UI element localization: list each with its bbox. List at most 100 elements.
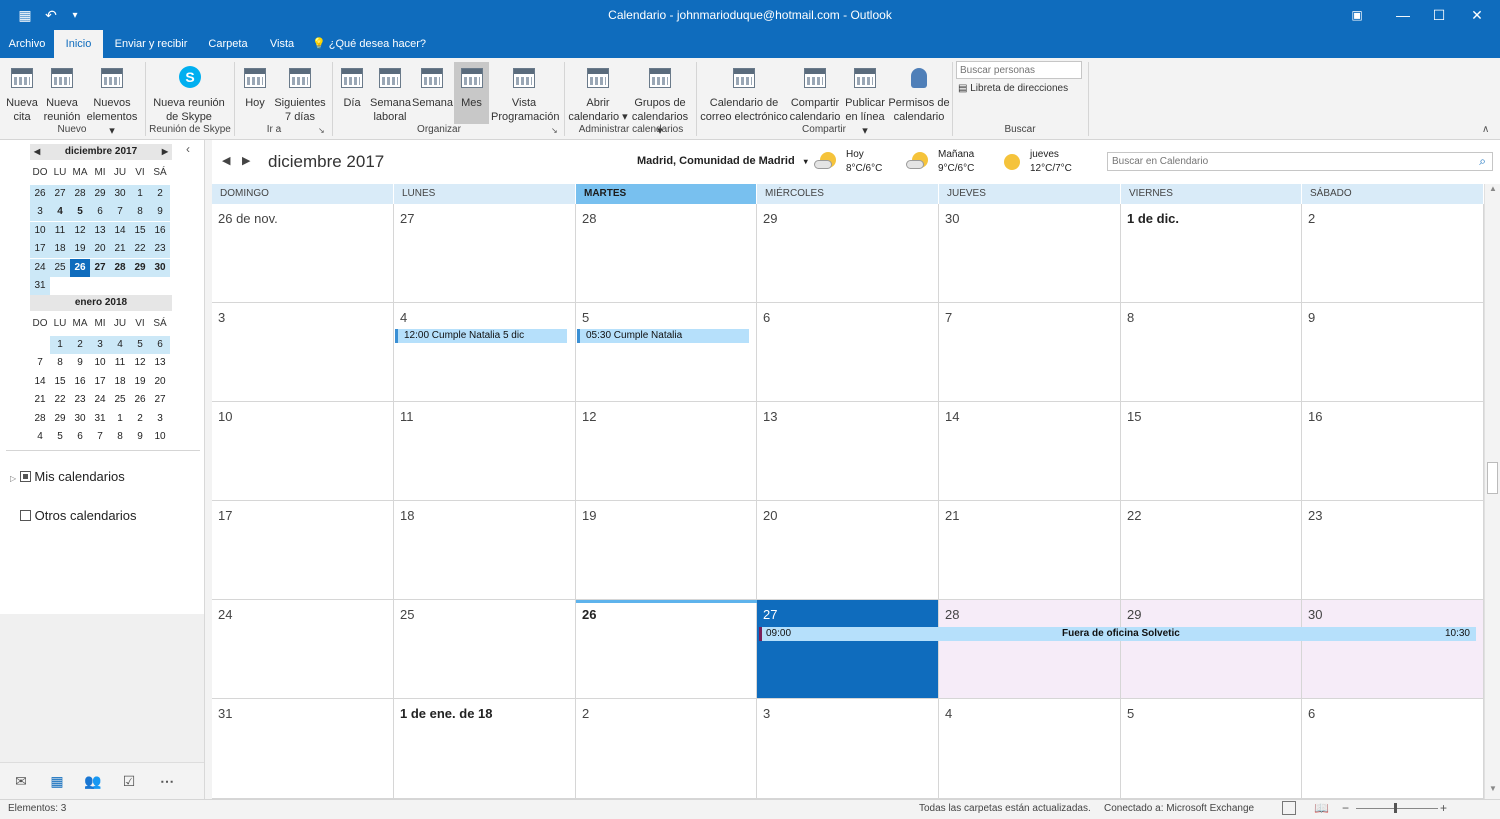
mini-calendar-day[interactable]: 26 (30, 185, 50, 203)
mini-calendar-day[interactable]: 11 (50, 221, 70, 240)
tab-inicio[interactable]: Inicio (54, 30, 103, 58)
collapse-pane-icon[interactable]: ‹ (186, 142, 190, 156)
day-cell[interactable]: 4 (939, 699, 1121, 799)
calendar-event[interactable]: 12:00 Cumple Natalia 5 dic (395, 329, 567, 343)
mini-calendar-day[interactable]: 15 (50, 373, 70, 391)
scroll-thumb[interactable] (1487, 462, 1498, 494)
day-cell[interactable]: 30 (1302, 600, 1484, 699)
mini-calendar-day[interactable]: 15 (130, 221, 150, 240)
mini-calendar-day[interactable]: 10 (150, 428, 170, 446)
new-skype-meeting-button[interactable]: S Nueva reunión de Skype (150, 62, 228, 124)
mail-icon[interactable]: ✉ (10, 773, 32, 791)
mini-calendar-day[interactable]: 21 (30, 391, 50, 409)
folder-otros-calendarios[interactable]: Otros calendarios (20, 508, 137, 523)
mini-calendar-day[interactable]: 30 (150, 258, 170, 277)
day-cell[interactable]: 6 (757, 303, 939, 402)
day-cell[interactable]: 27 (757, 600, 939, 699)
calendar-search-input[interactable] (1108, 153, 1458, 170)
day-cell[interactable]: 20 (757, 501, 939, 600)
mini-calendar-day[interactable]: 28 (70, 185, 90, 203)
mini-calendar-day[interactable]: 7 (30, 354, 50, 372)
day-cell[interactable]: 24 (212, 600, 394, 699)
new-meeting-button[interactable]: Nueva reunión (42, 62, 82, 124)
vertical-scrollbar[interactable]: ▲ ▼ (1484, 184, 1500, 799)
day-cell[interactable]: 5 (1121, 699, 1302, 799)
mini-calendar-day[interactable]: 10 (30, 221, 50, 240)
day-cell[interactable]: 29 (1121, 600, 1302, 699)
mini-calendar-day[interactable]: 3 (150, 410, 170, 428)
mini-calendar-day[interactable]: 12 (130, 354, 150, 372)
new-appointment-button[interactable]: Nueva cita (4, 62, 40, 124)
people-icon[interactable]: 👥 (82, 773, 104, 791)
mini-calendar-day[interactable]: 31 (90, 410, 110, 428)
mini-calendar-day[interactable]: 6 (150, 336, 170, 354)
mini-calendar-day[interactable]: 5 (130, 336, 150, 354)
mini-calendar-day[interactable]: 6 (70, 428, 90, 446)
mini-calendar-day[interactable]: 18 (110, 373, 130, 391)
day-cell[interactable]: 31 (212, 699, 394, 799)
organizar-launcher-icon[interactable]: ↘ (551, 126, 558, 135)
tasks-icon[interactable]: ☑ (118, 773, 140, 791)
checkbox-mis-calendarios[interactable] (19, 471, 31, 482)
mini-calendar-day[interactable]: 24 (30, 258, 50, 277)
mini-calendar-day[interactable]: 4 (110, 336, 130, 354)
mini-calendar-day[interactable]: 27 (50, 185, 70, 203)
ir-a-launcher-icon[interactable]: ↘ (318, 126, 325, 135)
work-week-view-button[interactable]: Semana laboral (370, 62, 411, 124)
day-cell[interactable]: 18 (394, 501, 576, 600)
day-cell[interactable]: 22 (1121, 501, 1302, 600)
day-cell[interactable]: 4 (394, 303, 576, 402)
mini-calendar-day[interactable]: 27 (150, 391, 170, 409)
mini-calendar-day[interactable]: 22 (50, 391, 70, 409)
day-cell[interactable]: 23 (1302, 501, 1484, 600)
mini-calendar-day[interactable]: 3 (30, 203, 50, 222)
day-cell[interactable]: 3 (212, 303, 394, 402)
mini-calendar-day[interactable]: 1 (110, 410, 130, 428)
mini-calendar-day[interactable]: 30 (70, 410, 90, 428)
day-cell[interactable]: 28 (939, 600, 1121, 699)
mini-calendar-day[interactable]: 17 (90, 373, 110, 391)
day-cell[interactable]: 21 (939, 501, 1121, 600)
day-cell[interactable]: 8 (1121, 303, 1302, 402)
search-people-input[interactable] (956, 61, 1082, 79)
mini-calendar-day[interactable]: 1 (130, 185, 150, 203)
calendar-event-multiday[interactable]: 09:00 Fuera de oficina Solvetic 10:30 (759, 627, 1476, 641)
scroll-down-icon[interactable]: ▼ (1489, 784, 1497, 793)
day-cell[interactable]: 15 (1121, 402, 1302, 501)
mini-calendar-day[interactable]: 27 (90, 258, 110, 277)
mini-calendar-day[interactable]: 16 (150, 221, 170, 240)
mini-calendar-day[interactable]: 7 (110, 203, 130, 222)
today-button[interactable]: Hoy (238, 62, 272, 110)
mini-calendar-day[interactable]: 26 (70, 258, 90, 277)
mini-calendar-day[interactable]: 7 (90, 428, 110, 446)
mini-calendar-day[interactable]: 5 (70, 203, 90, 222)
mini-calendar-day[interactable]: 23 (150, 240, 170, 259)
close-icon[interactable]: ✕ (1466, 4, 1488, 26)
email-calendar-button[interactable]: Calendario de correo electrónico (700, 62, 788, 124)
mini-calendar-day[interactable]: 25 (50, 258, 70, 277)
zoom-in-icon[interactable]: + (1440, 801, 1447, 815)
day-cell[interactable]: 3 (757, 699, 939, 799)
mini-calendar-day[interactable]: 9 (130, 428, 150, 446)
mini-calendar-day[interactable]: 19 (70, 240, 90, 259)
mini-calendar-day[interactable]: 13 (150, 354, 170, 372)
tab-vista[interactable]: Vista (262, 30, 302, 58)
weather-today[interactable]: Hoy 8°C/6°C (812, 146, 902, 176)
next-month-icon[interactable]: ▶ (162, 144, 168, 160)
day-cell[interactable]: 27 (394, 204, 576, 303)
day-cell[interactable]: 17 (212, 501, 394, 600)
day-cell[interactable]: 13 (757, 402, 939, 501)
mini-calendar-day[interactable]: 29 (130, 258, 150, 277)
mini-calendar-day[interactable]: 4 (50, 203, 70, 222)
mini-calendar-day[interactable]: 31 (30, 277, 50, 295)
mini-calendar-day[interactable]: 5 (50, 428, 70, 446)
location-selector[interactable]: Madrid, Comunidad de Madrid ▾ (637, 155, 808, 167)
mini-calendar-day[interactable]: 28 (30, 410, 50, 428)
mini-calendar-day[interactable]: 28 (110, 258, 130, 277)
mini-calendar-day[interactable]: 8 (110, 428, 130, 446)
mini-calendar-day[interactable]: 24 (90, 391, 110, 409)
share-calendar-button[interactable]: Compartir calendario (788, 62, 842, 124)
month-view-button[interactable]: Mes (454, 62, 489, 124)
mini-calendar-day[interactable]: 18 (50, 240, 70, 259)
collapse-ribbon-icon[interactable]: ∧ (1482, 124, 1489, 135)
